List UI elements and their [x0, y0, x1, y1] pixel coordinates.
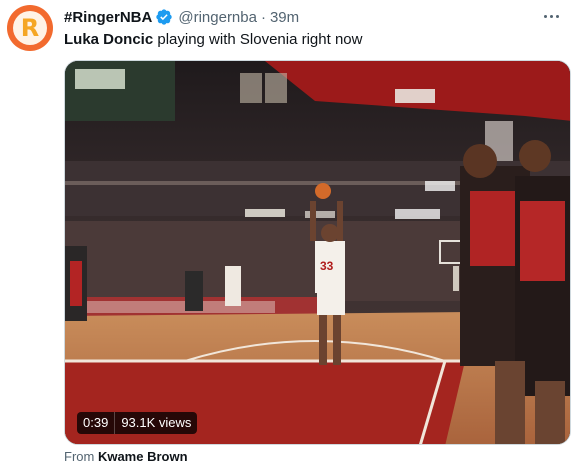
more-options-icon[interactable] [540, 9, 562, 23]
video-frame: 33 [65, 61, 570, 444]
tweet-card[interactable]: R #RingerNBA @ringernba · 39m Luka Donci… [0, 0, 576, 468]
display-name[interactable]: #RingerNBA [64, 9, 152, 26]
verified-badge-icon[interactable] [155, 8, 173, 26]
separator-dot: · [260, 8, 266, 26]
handle[interactable]: @ringernba [178, 9, 257, 26]
tweet-text-rest: playing with Slovenia right now [153, 31, 363, 48]
avatar[interactable]: R [7, 5, 53, 51]
attribution-source[interactable]: Kwame Brown [98, 449, 188, 464]
tweet-header: #RingerNBA @ringernba · 39m [64, 7, 299, 27]
avatar-letter: R [20, 14, 40, 42]
video-attribution: From Kwame Brown [64, 449, 188, 464]
video-duration: 0:39 [83, 415, 109, 430]
video-info-chip: 0:39 93.1K views [77, 412, 198, 434]
tweet-text-bold[interactable]: Luka Doncic [64, 31, 153, 48]
avatar-logo: R [13, 11, 47, 45]
tweet-text: Luka Doncic playing with Slovenia right … [64, 30, 362, 50]
video-player[interactable]: 33 0:39 93.1K views [64, 60, 571, 445]
video-views: 93.1K views [121, 415, 192, 430]
attribution-prefix: From [64, 449, 98, 464]
jersey-number: 33 [320, 259, 334, 273]
timestamp[interactable]: 39m [270, 9, 299, 26]
